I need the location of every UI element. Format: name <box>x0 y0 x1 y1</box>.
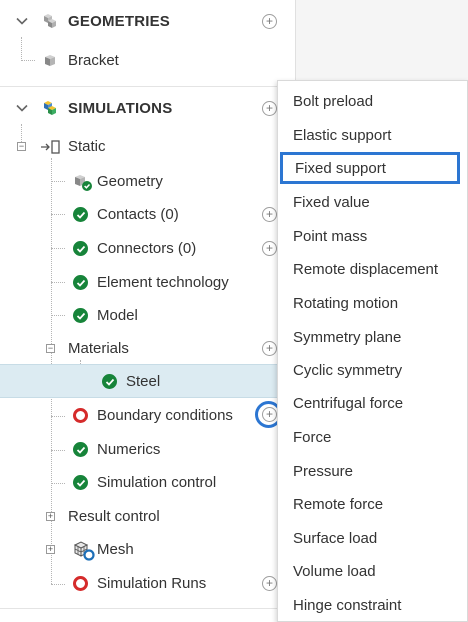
tree-item-label: Simulation Runs <box>97 575 207 592</box>
tree-line <box>51 416 65 417</box>
expand-toggle[interactable]: + <box>46 545 55 554</box>
plus-icon: + <box>265 241 273 255</box>
tree-item-label: Connectors (0) <box>97 240 197 257</box>
add-material-button[interactable]: + <box>262 341 277 356</box>
check-circle-icon <box>73 207 88 222</box>
menu-item-hinge-constraint[interactable]: Hinge constraint <box>279 589 464 621</box>
menu-item-surface-load[interactable]: Surface load <box>279 522 464 554</box>
tree-line <box>51 584 65 585</box>
menu-item-pressure[interactable]: Pressure <box>279 455 464 487</box>
simulations-header[interactable]: SIMULATIONS <box>0 95 295 123</box>
plus-icon: + <box>265 207 273 221</box>
error-circle-icon <box>73 408 88 423</box>
add-connector-button[interactable]: + <box>262 241 277 256</box>
tree-item-label: Result control <box>68 508 160 525</box>
menu-item-point-mass[interactable]: Point mass <box>279 220 464 252</box>
tree-line <box>21 124 22 142</box>
tree-line <box>21 60 35 61</box>
geometries-title: GEOMETRIES <box>68 13 171 30</box>
check-circle-icon <box>73 442 88 457</box>
section-divider <box>0 86 295 87</box>
error-circle-icon <box>73 576 88 591</box>
menu-item-remote-force[interactable]: Remote force <box>279 488 464 520</box>
menu-item-centrifugal-force[interactable]: Centrifugal force <box>279 387 464 419</box>
chevron-down-icon[interactable] <box>15 14 29 28</box>
geometry-ok-icon <box>73 172 93 196</box>
tree-line <box>21 37 22 59</box>
boundary-condition-menu: Bolt preload Elastic support Fixed suppo… <box>277 80 468 622</box>
section-divider <box>0 608 295 609</box>
mesh-icon <box>73 539 95 565</box>
tree-item-label: Contacts (0) <box>97 206 179 223</box>
chevron-down-icon[interactable] <box>15 101 29 115</box>
simulation-tree-panel: GEOMETRIES + Bracket SIMULATIONS − Stati… <box>0 0 296 622</box>
tree-line <box>51 248 65 249</box>
menu-item-force[interactable]: Force <box>279 421 464 453</box>
tree-item-label: Model <box>97 307 138 324</box>
add-geometry-button[interactable]: + <box>262 14 277 29</box>
tree-item-label: Boundary conditions <box>97 407 233 424</box>
check-circle-icon <box>102 374 117 389</box>
part-icon <box>42 52 58 72</box>
menu-item-rotating-motion[interactable]: Rotating motion <box>279 287 464 319</box>
tree-line <box>51 315 65 316</box>
tree-item-label: Geometry <box>97 173 163 190</box>
simulation-cubes-icon <box>40 98 60 118</box>
static-analysis-icon <box>40 139 62 159</box>
add-simulation-button[interactable]: + <box>262 101 277 116</box>
add-contact-button[interactable]: + <box>262 207 277 222</box>
tree-line <box>51 282 65 283</box>
tree-item-label: Bracket <box>68 52 119 69</box>
tree-line <box>51 181 65 182</box>
menu-item-elastic-support[interactable]: Elastic support <box>279 119 464 151</box>
menu-item-cyclic-symmetry[interactable]: Cyclic symmetry <box>279 354 464 386</box>
add-simulation-run-button[interactable]: + <box>262 576 277 591</box>
tree-item-label: Mesh <box>97 541 134 558</box>
menu-item-remote-displacement[interactable]: Remote displacement <box>279 253 464 285</box>
simulations-title: SIMULATIONS <box>68 100 173 117</box>
tree-item-label: Simulation control <box>97 474 217 491</box>
check-circle-icon <box>73 475 88 490</box>
check-circle-icon <box>73 241 88 256</box>
check-circle-icon <box>73 308 88 323</box>
tree-line <box>51 214 65 215</box>
menu-item-fixed-support[interactable]: Fixed support <box>280 152 460 184</box>
collapse-toggle[interactable]: − <box>46 344 55 353</box>
menu-item-symmetry-plane[interactable]: Symmetry plane <box>279 321 464 353</box>
tree-item-label: Element technology <box>97 274 229 291</box>
plus-icon: + <box>265 101 273 115</box>
tree-item-label: Numerics <box>97 441 161 458</box>
geometry-cubes-icon <box>40 11 60 31</box>
plus-icon: + <box>265 341 273 355</box>
menu-item-bolt-preload[interactable]: Bolt preload <box>279 85 464 117</box>
check-circle-icon <box>73 275 88 290</box>
tree-item-label: Static <box>68 138 106 155</box>
tree-item-label: Materials <box>68 340 129 357</box>
menu-item-volume-load[interactable]: Volume load <box>279 555 464 587</box>
expand-toggle[interactable]: + <box>46 512 55 521</box>
plus-icon: + <box>265 14 273 28</box>
collapse-toggle[interactable]: − <box>17 142 26 151</box>
tree-line <box>51 483 65 484</box>
tree-item-label: Steel <box>126 373 161 390</box>
menu-item-fixed-value[interactable]: Fixed value <box>279 186 464 218</box>
plus-icon: + <box>265 576 273 590</box>
geometries-header[interactable]: GEOMETRIES <box>0 8 295 36</box>
tree-line <box>51 450 65 451</box>
